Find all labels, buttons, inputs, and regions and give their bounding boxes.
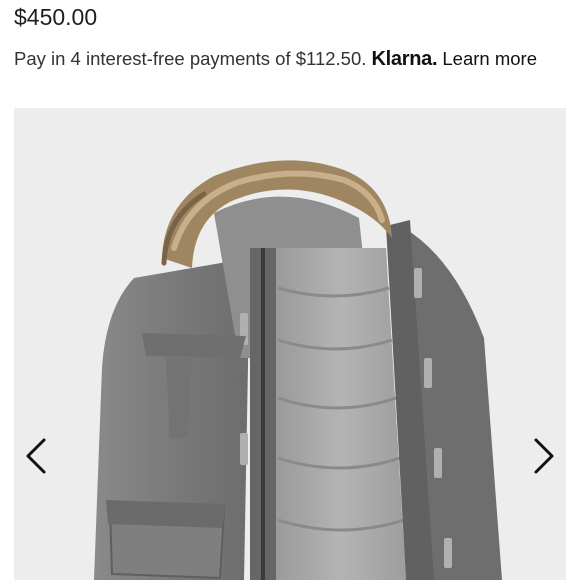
- learn-more-link[interactable]: Learn more: [442, 48, 537, 69]
- klarna-installment-text: Pay in 4 interest-free payments of $112.…: [14, 48, 367, 69]
- klarna-installment-banner: Pay in 4 interest-free payments of $112.…: [14, 48, 537, 71]
- klarna-logo: Klarna.: [371, 48, 438, 70]
- next-image-button[interactable]: [530, 436, 558, 476]
- product-image: [94, 160, 502, 580]
- product-image-gallery[interactable]: [14, 108, 566, 580]
- previous-image-button[interactable]: [22, 436, 50, 476]
- product-price: $450.00: [14, 4, 98, 30]
